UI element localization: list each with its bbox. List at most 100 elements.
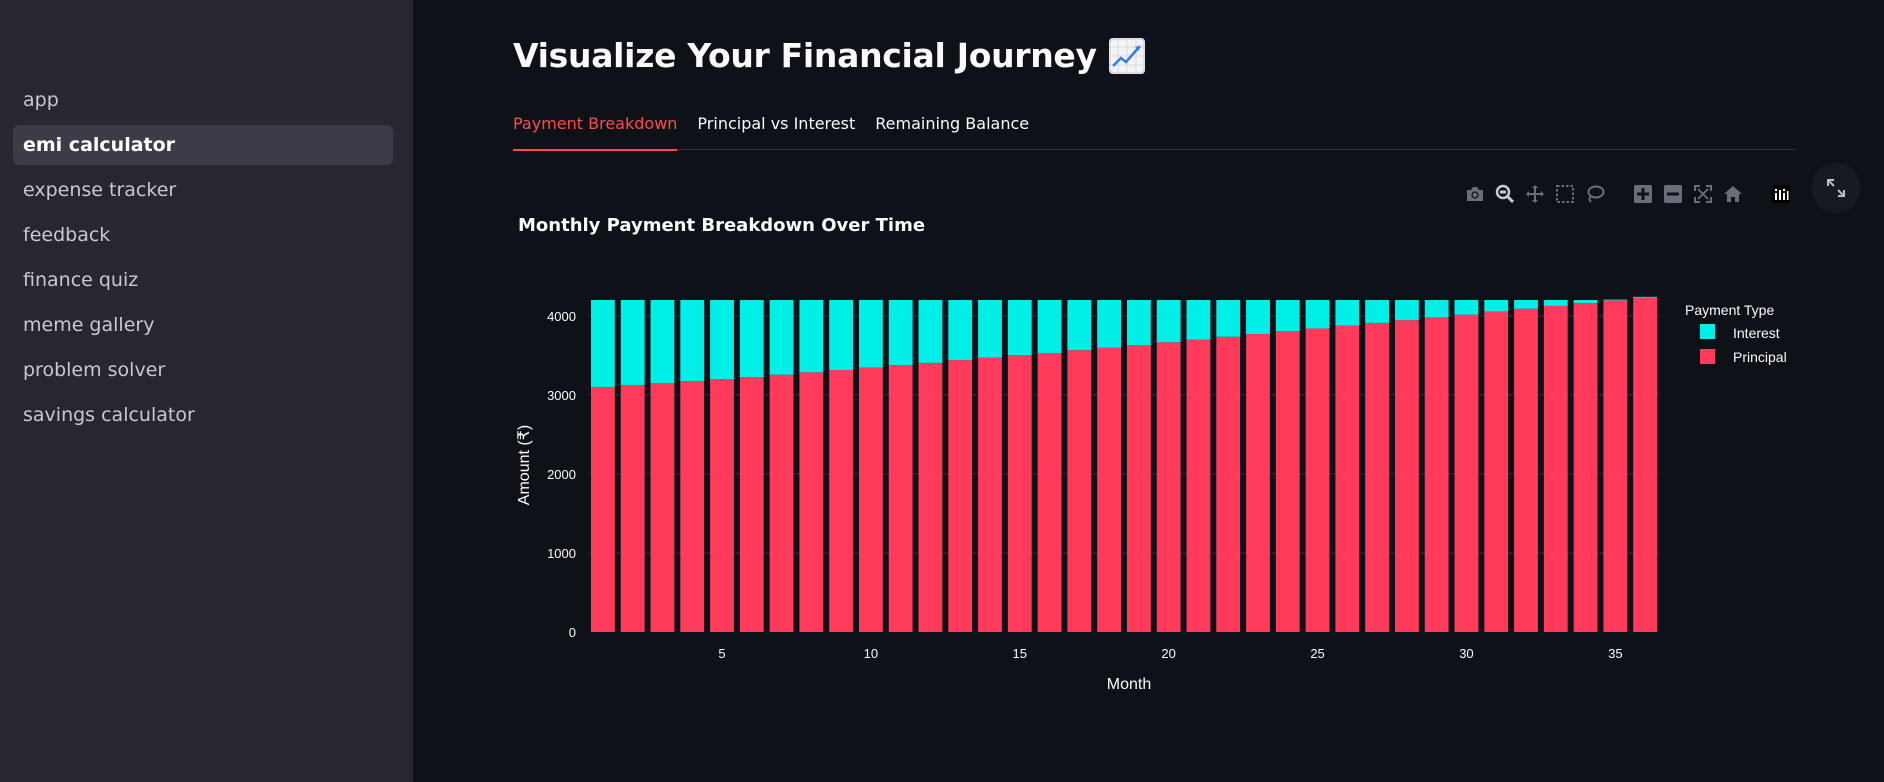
bar-interest[interactable] <box>1037 300 1062 353</box>
bar-principal[interactable] <box>1097 347 1122 632</box>
bar-interest[interactable] <box>1514 300 1538 309</box>
bar-interest[interactable] <box>1156 300 1181 343</box>
bar-interest[interactable] <box>1365 300 1390 323</box>
bars <box>590 296 1658 632</box>
sidebar-item-app[interactable]: app <box>13 80 393 120</box>
bar-interest[interactable] <box>1424 300 1449 318</box>
bar-principal[interactable] <box>1603 300 1628 632</box>
bar-principal[interactable] <box>1186 339 1211 632</box>
bar-interest[interactable] <box>1543 300 1568 306</box>
sidebar-item-feedback[interactable]: feedback <box>13 215 393 255</box>
bar-interest[interactable] <box>1335 300 1360 326</box>
bar-principal[interactable] <box>590 386 615 632</box>
bar-interest[interactable] <box>1454 300 1479 315</box>
bar-interest[interactable] <box>1126 300 1151 346</box>
bar-principal[interactable] <box>1275 331 1300 632</box>
bar-principal[interactable] <box>1543 305 1568 632</box>
legend-item-interest[interactable]: Interest <box>1700 324 1780 341</box>
x-tick-label: 25 <box>1310 646 1324 661</box>
bar-interest[interactable] <box>948 300 973 361</box>
bar-interest[interactable] <box>769 300 794 375</box>
bar-principal[interactable] <box>680 381 705 632</box>
y-tick-label: 4000 <box>547 309 576 324</box>
bar-principal[interactable] <box>1305 328 1330 632</box>
legend-label-principal: Principal <box>1733 349 1787 365</box>
bar-interest[interactable] <box>1186 300 1211 340</box>
bar-interest[interactable] <box>799 300 824 373</box>
bar-interest[interactable] <box>590 300 615 387</box>
bar-principal[interactable] <box>1007 355 1032 632</box>
bar-principal[interactable] <box>1246 333 1270 632</box>
bar-interest[interactable] <box>620 300 645 385</box>
bar-interest[interactable] <box>1394 300 1419 321</box>
bar-principal[interactable] <box>1067 350 1092 632</box>
sidebar-item-emi-calculator[interactable]: emi calculator <box>13 125 393 165</box>
bar-interest[interactable] <box>978 300 1002 358</box>
bar-principal[interactable] <box>1454 314 1479 632</box>
bar-principal[interactable] <box>1573 303 1598 632</box>
bar-interest[interactable] <box>1007 300 1032 356</box>
bar-principal[interactable] <box>799 372 824 632</box>
bar-principal[interactable] <box>918 362 943 632</box>
x-tick-label: 20 <box>1161 646 1175 661</box>
bar-chart: 0 1000 2000 3000 4000 5 10 15 20 25 30 35 Amount (… <box>516 296 1787 693</box>
bar-interest[interactable] <box>1603 299 1628 301</box>
sidebar-item-problem-solver[interactable]: problem solver <box>13 350 393 390</box>
bar-principal[interactable] <box>1156 342 1181 632</box>
bar-interest[interactable] <box>1216 300 1241 337</box>
bar-interest[interactable] <box>739 300 764 378</box>
bar-principal[interactable] <box>1424 317 1449 632</box>
sidebar-item-label: expense tracker <box>23 179 177 201</box>
bar-interest[interactable] <box>888 300 913 366</box>
bar-principal[interactable] <box>620 384 645 632</box>
bar-interest[interactable] <box>1067 300 1092 351</box>
bar-principal[interactable] <box>1126 345 1151 632</box>
bar-interest[interactable] <box>1097 300 1122 348</box>
y-axis-label: Amount (₹) <box>516 425 533 505</box>
bar-principal[interactable] <box>1335 325 1360 632</box>
bar-interest[interactable] <box>1275 300 1300 332</box>
bar-interest[interactable] <box>858 300 883 368</box>
sidebar-item-savings-calculator[interactable]: savings calculator <box>13 395 393 435</box>
bar-interest[interactable] <box>1305 300 1330 329</box>
sidebar-item-label: feedback <box>23 224 111 246</box>
bar-principal[interactable] <box>888 365 913 632</box>
sidebar-item-expense-tracker[interactable]: expense tracker <box>13 170 393 210</box>
legend-item-principal[interactable]: Principal <box>1700 349 1787 365</box>
bar-principal[interactable] <box>858 367 883 632</box>
bar-principal[interactable] <box>1484 311 1509 632</box>
legend: Payment Type Interest Principal <box>1685 302 1787 365</box>
bar-interest[interactable] <box>680 300 705 382</box>
bar-principal[interactable] <box>1394 320 1419 632</box>
y-tick-label: 2000 <box>547 467 576 482</box>
sidebar-item-finance-quiz[interactable]: finance quiz <box>13 260 393 300</box>
sidebar-item-label: finance quiz <box>23 269 139 291</box>
bar-principal[interactable] <box>739 377 764 632</box>
sidebar-item-meme-gallery[interactable]: meme gallery <box>13 305 393 345</box>
bar-interest[interactable] <box>1246 300 1270 334</box>
y-tick-labels: 0 1000 2000 3000 4000 <box>547 309 576 640</box>
sidebar-item-label: savings calculator <box>23 404 195 426</box>
bar-principal[interactable] <box>769 374 794 632</box>
bar-principal[interactable] <box>1037 352 1062 632</box>
bar-interest[interactable] <box>710 300 734 380</box>
bar-interest[interactable] <box>1573 300 1598 304</box>
bar-interest[interactable] <box>918 300 943 363</box>
x-axis-label: Month <box>1107 676 1151 693</box>
bar-principal[interactable] <box>948 360 973 632</box>
bar-principal[interactable] <box>1216 336 1241 632</box>
y-tick-label: 0 <box>569 625 576 640</box>
sidebar: app emi calculator expense tracker feedb… <box>0 0 413 782</box>
legend-title: Payment Type <box>1685 302 1774 318</box>
bar-principal[interactable] <box>1633 297 1658 632</box>
bar-interest[interactable] <box>650 300 675 383</box>
bar-principal[interactable] <box>1365 322 1390 632</box>
bar-interest[interactable] <box>1484 300 1509 312</box>
bar-principal[interactable] <box>978 357 1002 632</box>
bar-principal[interactable] <box>650 383 675 632</box>
bar-principal[interactable] <box>1514 308 1538 632</box>
bar-interest[interactable] <box>1633 296 1658 298</box>
bar-principal[interactable] <box>710 379 734 632</box>
bar-interest[interactable] <box>829 300 854 370</box>
bar-principal[interactable] <box>829 369 854 632</box>
